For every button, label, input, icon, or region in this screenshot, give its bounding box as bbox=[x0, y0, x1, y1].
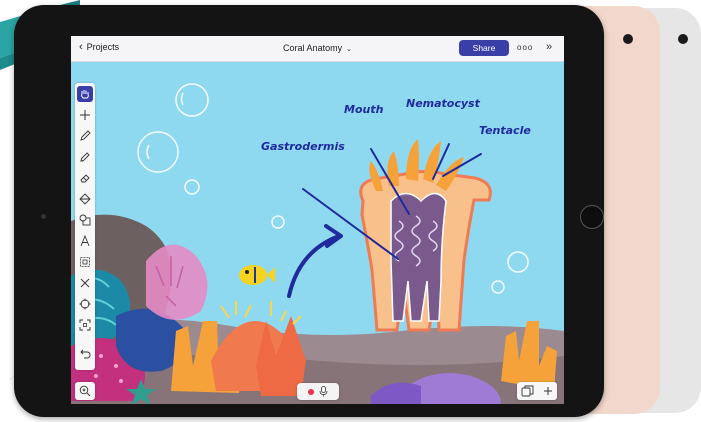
back-label: Projects bbox=[86, 42, 120, 52]
app-screen: Mouth Nematocyst Tentacle Gastrodermis ‹… bbox=[71, 36, 564, 404]
back-button[interactable]: ‹ Projects bbox=[79, 40, 120, 53]
pencil-icon bbox=[80, 130, 91, 141]
zoom-button[interactable] bbox=[75, 382, 95, 400]
polyp-drawing bbox=[359, 139, 492, 332]
camera-icon bbox=[623, 34, 633, 44]
target-icon bbox=[79, 298, 91, 310]
microphone-icon bbox=[319, 386, 328, 397]
add-tool[interactable] bbox=[77, 107, 93, 123]
pages-icon bbox=[521, 385, 534, 397]
marker-icon bbox=[80, 152, 90, 162]
fill-tool[interactable] bbox=[77, 191, 93, 207]
undo-icon bbox=[80, 349, 91, 359]
audio-recorder bbox=[297, 383, 339, 400]
shapes-tool[interactable] bbox=[77, 212, 93, 228]
plus-icon bbox=[543, 387, 552, 395]
paint-bucket-icon bbox=[79, 193, 91, 205]
more-options-button[interactable]: ooo bbox=[517, 43, 533, 52]
hand-tool[interactable] bbox=[77, 86, 93, 102]
collapse-button[interactable]: » bbox=[546, 41, 552, 53]
label-gastrodermis: Gastrodermis bbox=[261, 140, 345, 153]
cross-tool[interactable] bbox=[77, 275, 93, 291]
plus-icon bbox=[80, 110, 90, 120]
target-tool[interactable] bbox=[77, 296, 93, 312]
text-icon bbox=[80, 235, 90, 247]
add-page-button[interactable] bbox=[543, 386, 553, 396]
share-button[interactable]: Share bbox=[459, 40, 509, 56]
media-tool[interactable] bbox=[77, 254, 93, 270]
camera-icon bbox=[678, 34, 688, 44]
undo-tool[interactable] bbox=[77, 345, 93, 361]
pencil-tool[interactable] bbox=[77, 128, 93, 144]
pages-button[interactable] bbox=[521, 385, 534, 397]
zoom-in-icon bbox=[79, 385, 91, 397]
front-camera bbox=[41, 214, 46, 219]
tool-palette bbox=[75, 83, 95, 370]
document-title-button[interactable]: Coral Anatomy ⌄ bbox=[283, 43, 352, 53]
eraser-tool[interactable] bbox=[77, 170, 93, 186]
shapes-icon bbox=[79, 214, 91, 226]
crop-icon bbox=[79, 319, 91, 331]
eraser-icon bbox=[80, 174, 90, 183]
label-tentacle: Tentacle bbox=[479, 124, 531, 137]
media-icon bbox=[80, 257, 90, 267]
label-nematocyst: Nematocyst bbox=[406, 97, 480, 110]
yellow-fish bbox=[239, 265, 275, 285]
drawing-canvas[interactable] bbox=[71, 61, 564, 404]
label-mouth: Mouth bbox=[344, 103, 384, 116]
record-button[interactable] bbox=[308, 388, 314, 395]
crop-tool[interactable] bbox=[77, 317, 93, 333]
home-button[interactable] bbox=[580, 205, 604, 229]
microphone-button[interactable] bbox=[319, 386, 328, 397]
chevron-down-icon: ⌄ bbox=[346, 46, 352, 53]
document-title-text: Coral Anatomy bbox=[283, 43, 343, 53]
hand-icon bbox=[81, 90, 89, 99]
pages-controls bbox=[517, 382, 557, 400]
text-tool[interactable] bbox=[77, 233, 93, 249]
chevron-left-icon: ‹ bbox=[79, 40, 83, 53]
ipad-frame: Mouth Nematocyst Tentacle Gastrodermis ‹… bbox=[14, 5, 604, 417]
marker-tool[interactable] bbox=[77, 149, 93, 165]
close-icon bbox=[80, 278, 90, 288]
top-bar: ‹ Projects Coral Anatomy ⌄ Share ooo » bbox=[71, 36, 564, 62]
